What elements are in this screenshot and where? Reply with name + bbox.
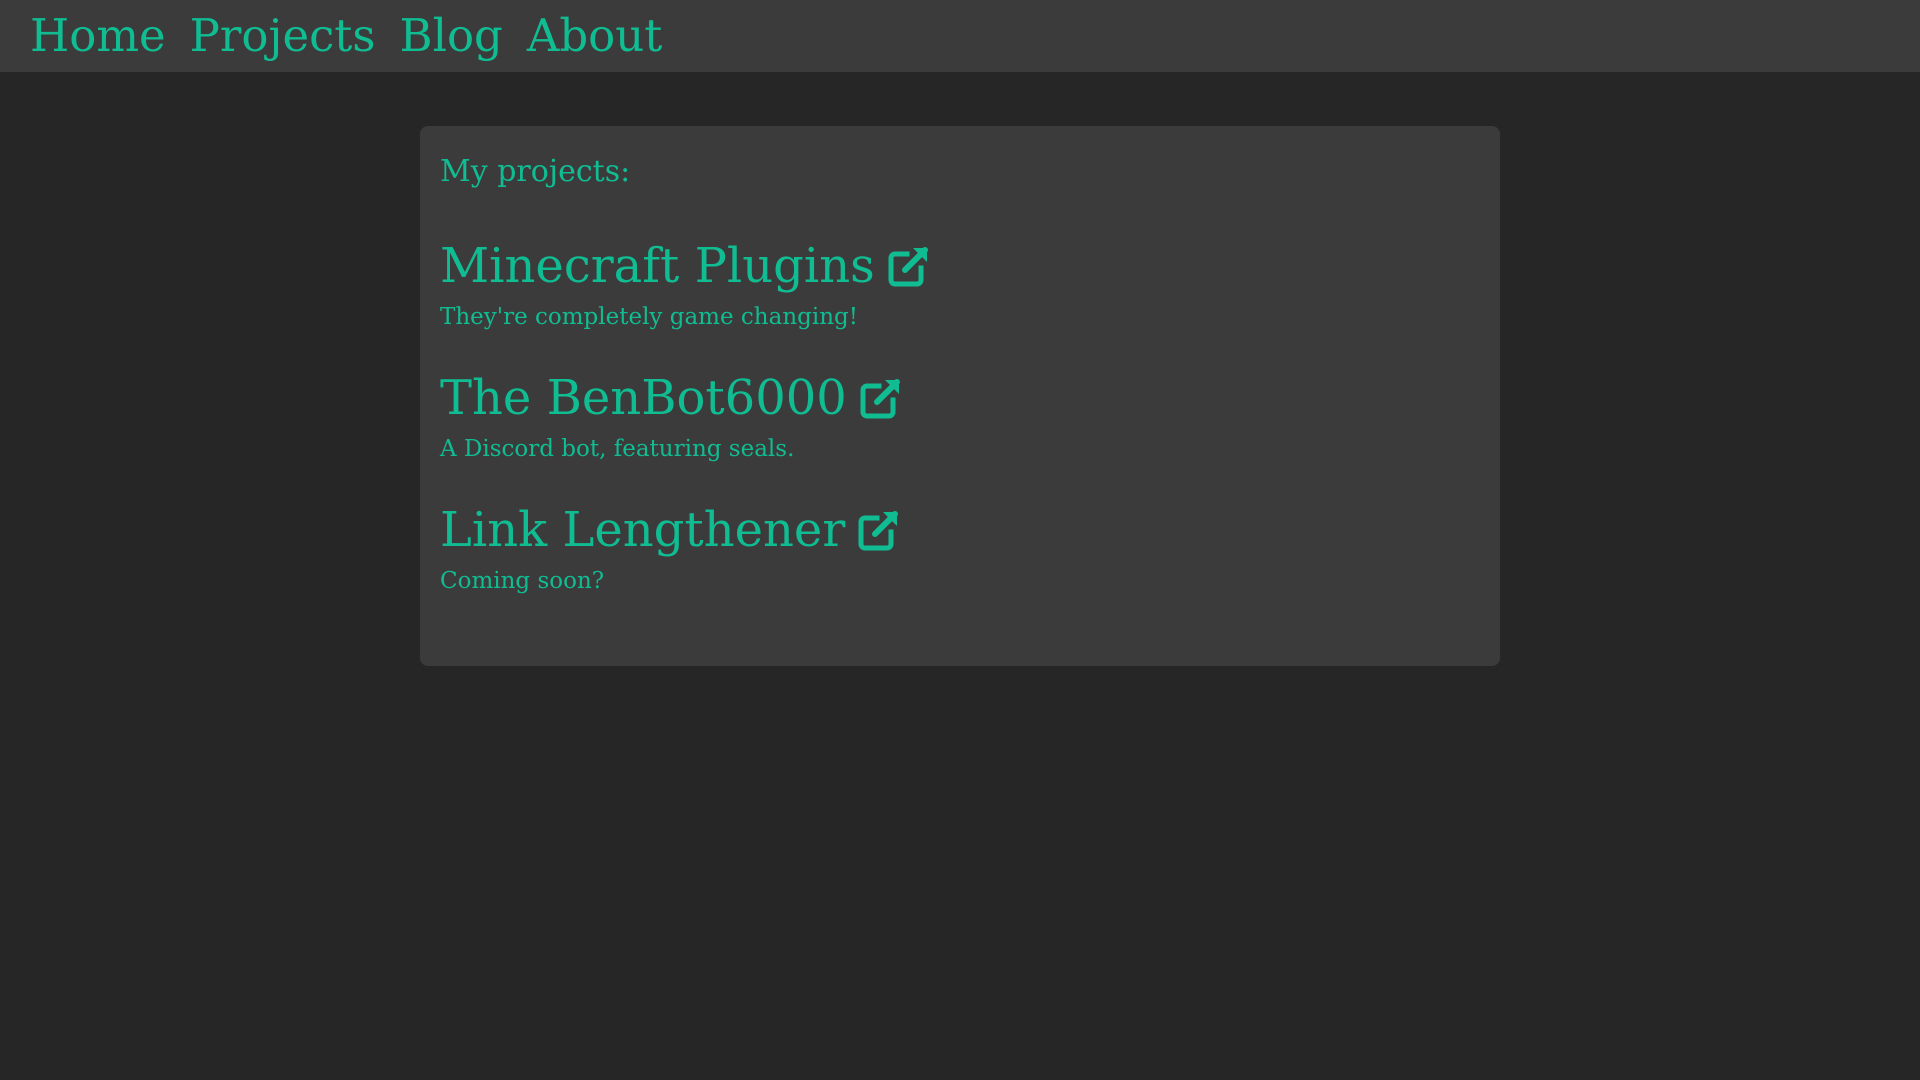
external-link-icon[interactable]	[857, 374, 905, 422]
external-link-icon[interactable]	[885, 242, 933, 290]
project-title-link[interactable]: Minecraft Plugins	[440, 236, 875, 296]
nav-link-blog[interactable]: Blog	[400, 0, 503, 72]
project-item: Link Lengthener Coming soon?	[440, 500, 1480, 596]
project-title-row: The BenBot6000	[440, 368, 1480, 428]
project-item: Minecraft Plugins They're completely gam…	[440, 236, 1480, 332]
external-link-icon[interactable]	[855, 506, 903, 554]
nav-link-home[interactable]: Home	[30, 0, 166, 72]
project-description: A Discord bot, featuring seals.	[440, 436, 795, 462]
nav-link-projects[interactable]: Projects	[190, 0, 376, 72]
project-item: The BenBot6000 A Discord bot, featuring …	[440, 368, 1480, 464]
projects-card: My projects: Minecraft Plugins They're c…	[420, 126, 1500, 666]
nav-link-about[interactable]: About	[527, 0, 662, 72]
top-navigation: Home Projects Blog About	[0, 0, 1920, 72]
project-description: Coming soon?	[440, 568, 605, 594]
project-title-link[interactable]: The BenBot6000	[440, 368, 847, 428]
project-title-link[interactable]: Link Lengthener	[440, 500, 845, 560]
project-title-row: Minecraft Plugins	[440, 236, 1480, 296]
project-title-row: Link Lengthener	[440, 500, 1480, 560]
projects-heading: My projects:	[440, 154, 631, 189]
project-description: They're completely game changing!	[440, 304, 858, 330]
